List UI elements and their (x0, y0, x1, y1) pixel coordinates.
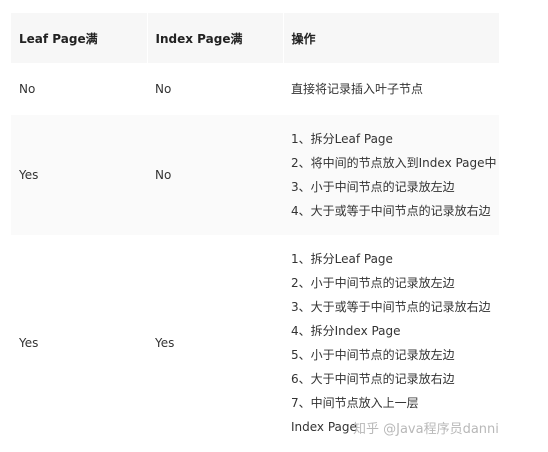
table-row: No No 直接将记录插入叶子节点 (11, 63, 499, 115)
operation-step: 2、小于中间节点的记录放左边 (291, 276, 455, 290)
operation-step: 5、小于中间节点的记录放左边 (291, 348, 455, 362)
table-row: Yes No 1、拆分Leaf Page 2、将中间的节点放入到Index Pa… (11, 115, 499, 235)
cell-leaf-full: Yes (11, 235, 147, 451)
operation-step: 直接将记录插入叶子节点 (291, 82, 424, 96)
operation-step: 4、拆分Index Page (291, 324, 401, 338)
cell-index-full: No (147, 63, 283, 115)
operation-step: 2、将中间的节点放入到Index Page中 (291, 156, 497, 170)
cell-operation: 1、拆分Leaf Page 2、将中间的节点放入到Index Page中 3、小… (283, 115, 499, 235)
operation-step: 1、拆分Leaf Page (291, 252, 393, 266)
header-leaf-page-full: Leaf Page满 (11, 13, 147, 63)
operation-step: 4、大于或等于中间节点的记录放右边 (291, 204, 491, 218)
page: Leaf Page满 Index Page满 操作 No No 直接将记录插入叶… (0, 0, 548, 452)
cell-index-full: Yes (147, 235, 283, 451)
header-operation: 操作 (282, 13, 499, 63)
operation-step: 7、中间节点放入上一层 (291, 396, 419, 410)
watermark-text: 知乎 @Java程序员danni (353, 422, 499, 437)
operation-step: 1、拆分Leaf Page (291, 132, 393, 146)
cell-leaf-full: Yes (11, 115, 147, 235)
cell-leaf-full: No (11, 63, 147, 115)
operation-step: 3、小于中间节点的记录放左边 (291, 180, 455, 194)
cell-index-full: No (147, 115, 283, 235)
operation-step: 6、大于中间节点的记录放右边 (291, 372, 455, 386)
table-header-row: Leaf Page满 Index Page满 操作 (11, 13, 499, 63)
cell-operation: 直接将记录插入叶子节点 (283, 63, 499, 115)
header-index-page-full: Index Page满 (146, 13, 283, 63)
operation-step: 3、大于或等于中间节点的记录放右边 (291, 300, 491, 314)
bplus-insert-rules-table: Leaf Page满 Index Page满 操作 No No 直接将记录插入叶… (11, 13, 499, 451)
